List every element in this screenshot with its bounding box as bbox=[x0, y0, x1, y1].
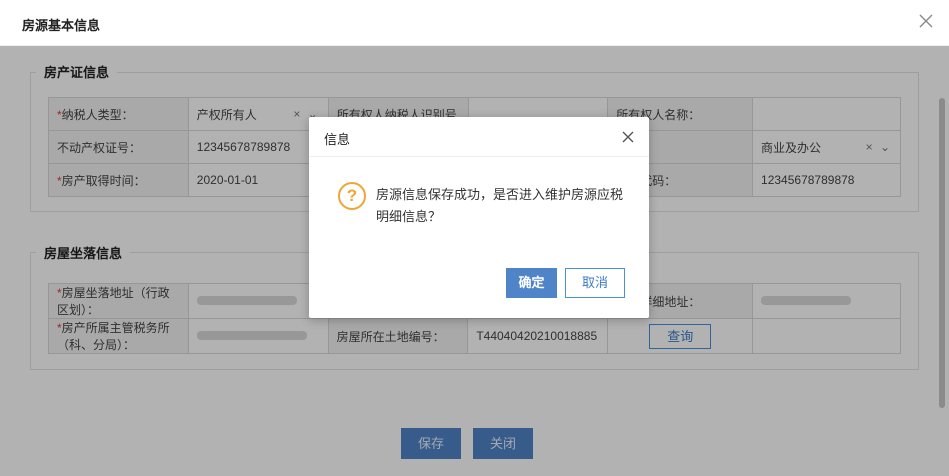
confirm-dialog: 信息 ? 房源信息保存成功，是否进入维护房源应税明细信息？ 确定 取消 bbox=[309, 117, 649, 318]
window-close-icon[interactable] bbox=[917, 12, 935, 30]
dialog-title: 信息 bbox=[324, 132, 351, 147]
dialog-close-icon[interactable] bbox=[621, 130, 635, 144]
question-icon: ? bbox=[338, 182, 366, 210]
cancel-button[interactable]: 取消 bbox=[565, 268, 625, 298]
window-title: 房源基本信息 bbox=[22, 18, 101, 33]
ok-button[interactable]: 确定 bbox=[506, 268, 557, 298]
window-titlebar: 房源基本信息 bbox=[0, 0, 949, 46]
dialog-header: 信息 bbox=[309, 117, 649, 157]
dialog-message: 房源信息保存成功，是否进入维护房源应税明细信息？ bbox=[376, 187, 624, 224]
